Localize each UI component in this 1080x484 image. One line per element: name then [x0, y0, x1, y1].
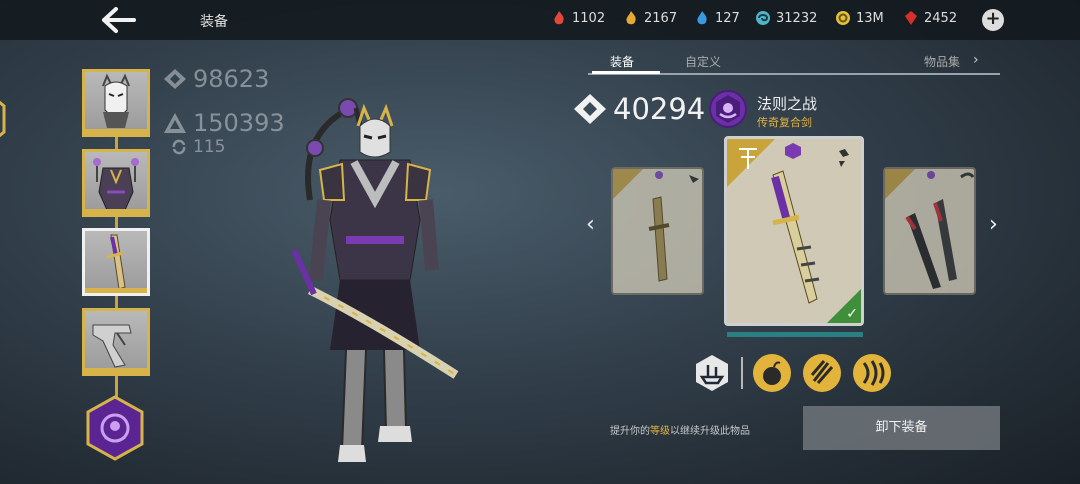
add-currency-button[interactable]: +	[982, 9, 1004, 31]
back-button[interactable]	[100, 6, 140, 34]
back-arrow-icon	[102, 7, 136, 33]
red-gem-icon	[905, 11, 917, 25]
prev-item-chevron-icon[interactable]: ‹	[586, 212, 595, 237]
pistol-icon	[92, 324, 132, 368]
item-card-next[interactable]	[883, 167, 976, 295]
slot-helmet[interactable]	[82, 69, 150, 137]
tab-equip[interactable]: 装备	[610, 53, 634, 70]
next-item-chevron-icon[interactable]: ›	[989, 212, 998, 237]
claw-perk-icon[interactable]	[852, 353, 892, 393]
currency-blue-flame[interactable]: 127	[694, 10, 740, 26]
slot-ranged[interactable]	[82, 308, 150, 376]
tab-next-chevron-icon[interactable]: ›	[973, 52, 979, 68]
currency-value: 31232	[776, 10, 818, 26]
tab-active-underline	[592, 71, 660, 74]
checkmark-icon: ✓	[846, 306, 858, 322]
page-title: 装备	[200, 14, 228, 30]
hint-suffix: 以继续升级此物品	[670, 426, 750, 437]
currency-value: 13M	[856, 10, 884, 26]
purple-gem-icon	[785, 143, 801, 159]
gold-coin-icon	[836, 11, 850, 25]
stat-power: 98623	[163, 65, 285, 93]
tab-custom[interactable]: 自定义	[685, 53, 721, 70]
currency-red-flame[interactable]: 1102	[551, 10, 605, 26]
item-rarity: 传奇复合剑	[757, 116, 812, 129]
unequip-button[interactable]: 卸下装备	[803, 406, 1000, 450]
legendary-set-hex-button[interactable]	[84, 395, 146, 461]
item-card-prev[interactable]	[611, 167, 704, 295]
triangle-stack-icon	[164, 113, 186, 133]
currency-value: 127	[715, 10, 740, 26]
slot-level-bar	[85, 288, 147, 293]
stat-level: 115	[171, 134, 285, 160]
stat-total: 150393	[163, 109, 285, 137]
hint-prefix: 提升你的	[610, 426, 650, 437]
currency-value: 1102	[572, 10, 606, 26]
power-diamond-icon	[574, 94, 606, 124]
shuriken-icon	[839, 149, 849, 167]
gold-flame-icon	[626, 11, 636, 25]
plus-icon: +	[985, 8, 1001, 29]
slot-level-bar	[85, 368, 147, 373]
sword-icon	[106, 234, 126, 290]
stat-power-value: 98623	[193, 65, 270, 93]
currency-value: 2452	[924, 10, 958, 26]
item-power-value: 40294	[613, 92, 706, 126]
slot-weapon[interactable]	[82, 228, 150, 296]
top-bar: 装备 1102 2167 127 31232 13M 2452 +	[0, 0, 1080, 40]
currency-gold-coin[interactable]: 13M	[835, 10, 884, 26]
item-card-selected[interactable]: ✓	[724, 136, 864, 326]
slot-armor[interactable]	[82, 149, 150, 217]
power-diamond-icon	[164, 69, 186, 89]
slot-level-bar	[85, 209, 147, 214]
slot-level-bar	[85, 129, 147, 134]
side-tab-hex-icon[interactable]	[0, 96, 6, 142]
blue-flame-icon	[697, 11, 707, 25]
dragonfly-icon	[739, 148, 757, 169]
currency-gold-flame[interactable]: 2167	[623, 10, 677, 26]
bomb-perk-icon[interactable]	[752, 353, 792, 393]
swirl-coin-icon	[756, 11, 770, 25]
currency-value: 2167	[644, 10, 678, 26]
golden-sword-icon	[648, 171, 699, 282]
item-name: 法则之战	[757, 95, 818, 113]
slash-perk-icon[interactable]	[802, 353, 842, 393]
perk-divider	[741, 357, 743, 389]
currency-swirl-coin[interactable]: 31232	[755, 10, 817, 26]
legendary-emblem-icon	[709, 90, 747, 128]
stat-total-value: 150393	[193, 109, 285, 137]
item-progress-bar	[727, 332, 863, 337]
tab-collection[interactable]: 物品集	[924, 53, 960, 70]
ship-perk-icon[interactable]	[692, 353, 732, 393]
currency-red-gem[interactable]: 2452	[903, 10, 957, 26]
red-flame-icon	[554, 11, 564, 25]
hint-highlight: 等级	[650, 426, 670, 437]
upgrade-hint: 提升你的等级以继续升级此物品	[610, 422, 750, 437]
character-stats: 98623 150393 115	[163, 65, 285, 160]
helmet-icon	[102, 73, 130, 128]
character-model[interactable]	[280, 90, 460, 475]
stat-level-value: 115	[193, 137, 226, 157]
refresh-cycle-icon	[172, 139, 186, 155]
armor-icon	[93, 158, 139, 211]
item-power: 40294	[573, 92, 705, 126]
twin-blades-icon	[905, 171, 974, 289]
